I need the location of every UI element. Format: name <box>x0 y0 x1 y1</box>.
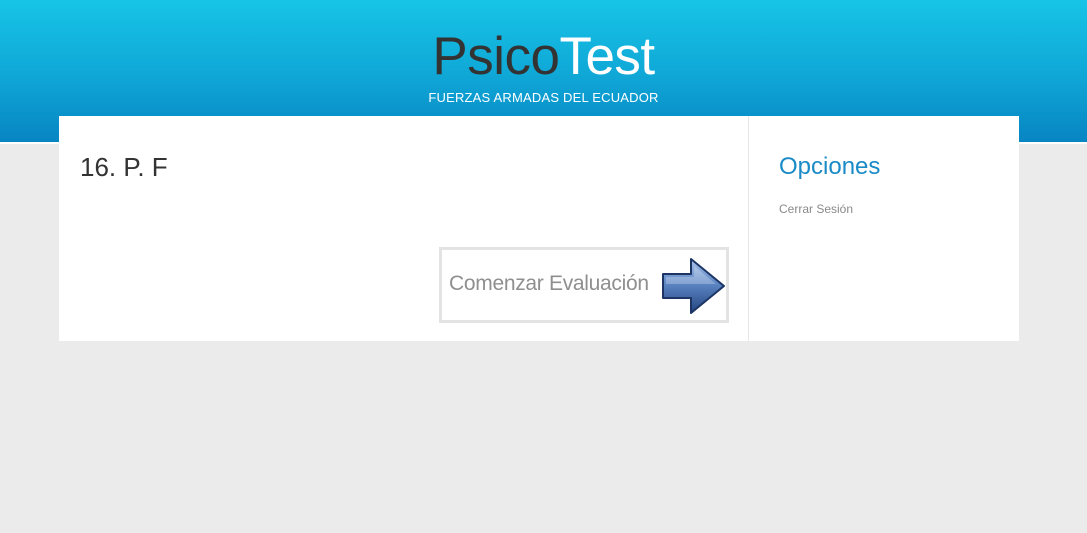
start-evaluation-label: Comenzar Evaluación <box>449 272 649 295</box>
site-logo: PsicoTest <box>0 22 1087 92</box>
logo-text-psico: Psico <box>432 27 560 86</box>
logout-link[interactable]: Cerrar Sesión <box>779 202 853 216</box>
sidebar-title: Opciones <box>779 153 881 180</box>
main-column: 16. P. F Comenzar Evaluación <box>59 116 749 341</box>
start-evaluation-button[interactable]: Comenzar Evaluación <box>439 247 729 323</box>
site-tagline: FUERZAS ARMADAS DEL ECUADOR <box>428 90 659 105</box>
sidebar: Opciones Cerrar Sesión <box>749 116 1019 341</box>
arrow-right-icon <box>662 258 725 314</box>
content-panel: 16. P. F Comenzar Evaluación Opciones Ce… <box>59 116 1019 341</box>
logo-text-test: Test <box>559 27 655 86</box>
test-title: 16. P. F <box>80 152 168 182</box>
